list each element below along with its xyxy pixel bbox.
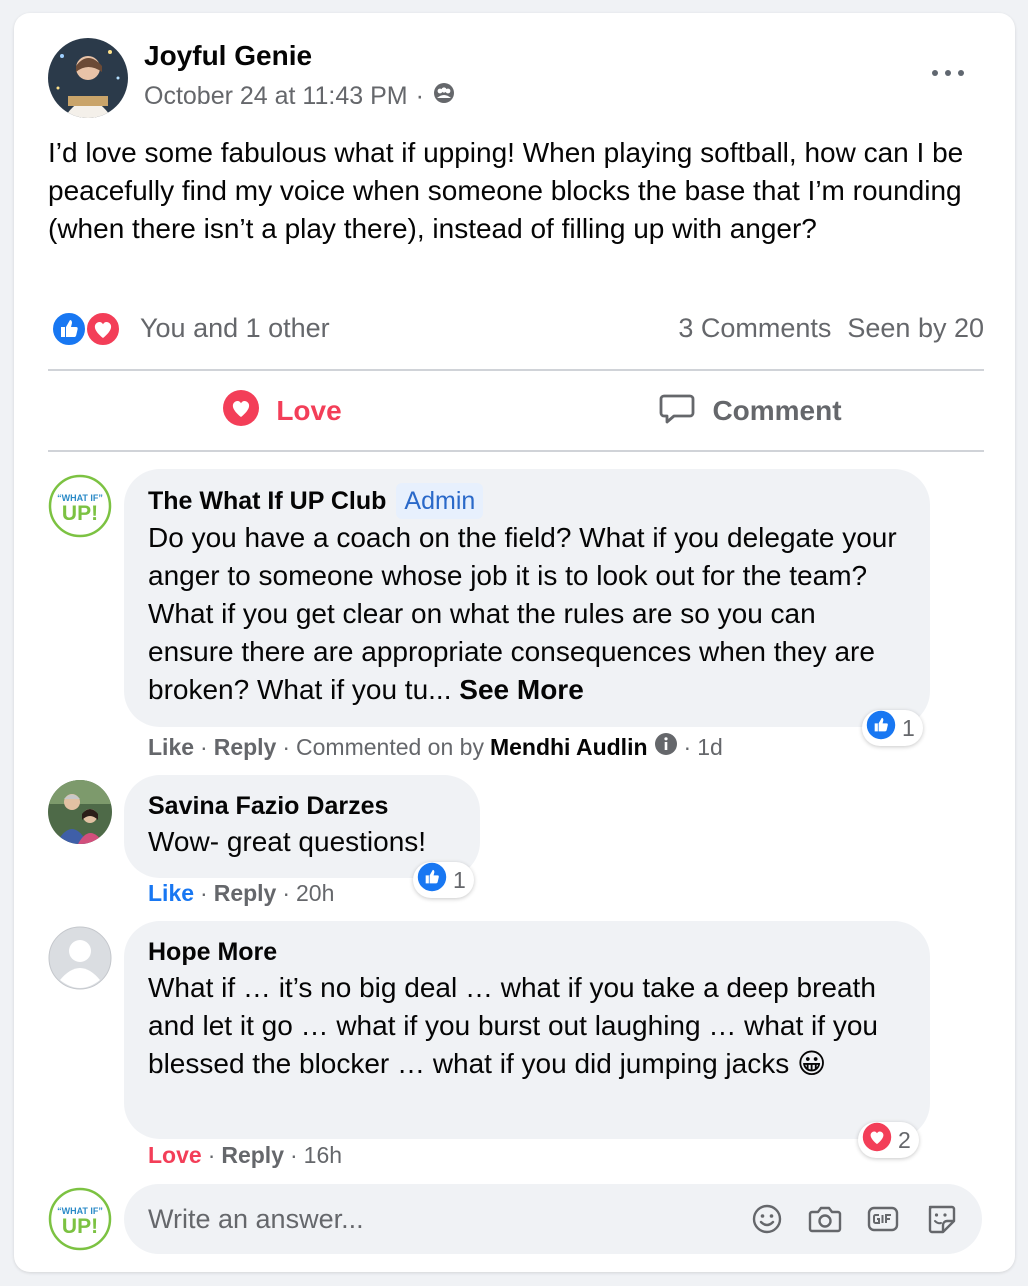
- comment-time[interactable]: 16h: [304, 1142, 342, 1169]
- heart-icon: [222, 389, 260, 434]
- separator: ·: [290, 1142, 298, 1168]
- comment-bubble: Hope More What if … it’s no big deal … w…: [124, 921, 930, 1139]
- separator: ·: [282, 733, 291, 760]
- reaction-count: 1: [902, 714, 915, 741]
- reactors-text[interactable]: You and 1 other: [140, 313, 330, 344]
- reaction-count: 2: [898, 1126, 911, 1153]
- comment-button-label: Comment: [712, 395, 842, 426]
- gif-icon[interactable]: [866, 1202, 900, 1236]
- emoji-icon[interactable]: [750, 1202, 784, 1236]
- comment-author[interactable]: Hope More: [148, 935, 906, 969]
- separator: ·: [683, 733, 692, 760]
- comment-icon: [658, 389, 696, 434]
- info-icon[interactable]: [654, 732, 678, 762]
- comment-actions: Love · Reply · 16h: [148, 1142, 342, 1169]
- commented-on-by-label: Commented on by: [296, 733, 484, 760]
- post-actions: Love Comment: [48, 372, 984, 450]
- like-reaction-icon: [50, 310, 88, 353]
- comment-text: Wow- great questions!: [148, 826, 427, 857]
- meta-separator: ·: [415, 82, 424, 110]
- separator: ·: [200, 880, 208, 906]
- comment-reaction-chip[interactable]: 2: [858, 1122, 919, 1158]
- comment-actions: Like · Reply · 20h: [148, 880, 334, 907]
- reply-link[interactable]: Reply: [221, 1142, 284, 1169]
- comment-author[interactable]: The What If UP Club: [148, 484, 386, 518]
- love-reaction-icon: [862, 1122, 892, 1158]
- seen-by[interactable]: Seen by 20: [847, 313, 984, 344]
- reaction-count: 1: [453, 866, 466, 893]
- what-if-up-logo-avatar[interactable]: “WHAT IF” UP!: [48, 474, 112, 538]
- composer-icons: [750, 1202, 958, 1236]
- divider: [48, 369, 984, 371]
- what-if-up-logo-avatar[interactable]: “WHAT IF” UP!: [48, 1187, 112, 1251]
- post-counts: 3 Comments Seen by 20: [678, 313, 984, 344]
- comment-author[interactable]: Savina Fazio Darzes: [148, 789, 456, 823]
- separator: ·: [282, 880, 291, 906]
- post-text: I’d love some fabulous what if upping! W…: [48, 137, 964, 244]
- comment-bubble: The What If UP Club Admin Do you have a …: [124, 469, 930, 727]
- post-timestamp[interactable]: October 24 at 11:43 PM: [144, 82, 408, 111]
- comment-reaction-chip[interactable]: 1: [862, 710, 923, 746]
- reaction-icons[interactable]: [48, 308, 128, 348]
- logo-line2: UP!: [62, 1215, 98, 1238]
- like-link[interactable]: Like: [148, 734, 194, 761]
- comment-button[interactable]: Comment: [516, 372, 984, 450]
- comment-author-row: The What If UP Club Admin: [148, 483, 906, 519]
- comment-text: What if … it’s no big deal … what if you…: [148, 972, 878, 1079]
- divider: [48, 450, 984, 452]
- sticker-icon[interactable]: [924, 1202, 958, 1236]
- group-icon: [432, 81, 456, 112]
- like-link[interactable]: Like: [148, 880, 194, 907]
- default-avatar[interactable]: [48, 926, 112, 990]
- comment-time[interactable]: 1d: [697, 734, 723, 761]
- comment-reaction-chip[interactable]: 1: [413, 862, 474, 898]
- comment-actions: Like · Reply · Commented on by Mendhi Au…: [148, 732, 723, 762]
- more-options-icon[interactable]: [928, 58, 968, 88]
- reactions-summary: You and 1 other 3 Comments Seen by 20: [48, 308, 984, 348]
- comment-time[interactable]: 20h: [296, 880, 334, 907]
- camera-icon[interactable]: [808, 1202, 842, 1236]
- post-author-name[interactable]: Joyful Genie: [144, 40, 312, 72]
- see-more-link[interactable]: See More: [459, 674, 584, 705]
- separator: ·: [207, 1142, 216, 1168]
- separator: ·: [200, 733, 208, 760]
- comment-text: Do you have a coach on the field? What i…: [148, 519, 906, 709]
- logo-line2: UP!: [62, 502, 98, 525]
- reply-link[interactable]: Reply: [214, 734, 277, 761]
- love-button[interactable]: Love: [48, 372, 516, 450]
- reply-link[interactable]: Reply: [214, 880, 277, 907]
- commented-on-by-name[interactable]: Mendhi Audlin: [490, 734, 648, 761]
- love-button-label: Love: [276, 395, 342, 426]
- composer-bar: [124, 1184, 982, 1254]
- like-reaction-icon: [417, 862, 447, 898]
- commenter-avatar[interactable]: [48, 780, 112, 844]
- comments-count[interactable]: 3 Comments: [678, 313, 831, 344]
- admin-badge: Admin: [396, 483, 484, 519]
- post-meta: October 24 at 11:43 PM ·: [144, 81, 456, 112]
- love-link[interactable]: Love: [148, 1142, 202, 1169]
- write-answer-input[interactable]: [148, 1203, 750, 1235]
- love-reaction-icon: [84, 310, 122, 353]
- author-avatar[interactable]: [48, 38, 128, 118]
- like-reaction-icon: [866, 710, 896, 746]
